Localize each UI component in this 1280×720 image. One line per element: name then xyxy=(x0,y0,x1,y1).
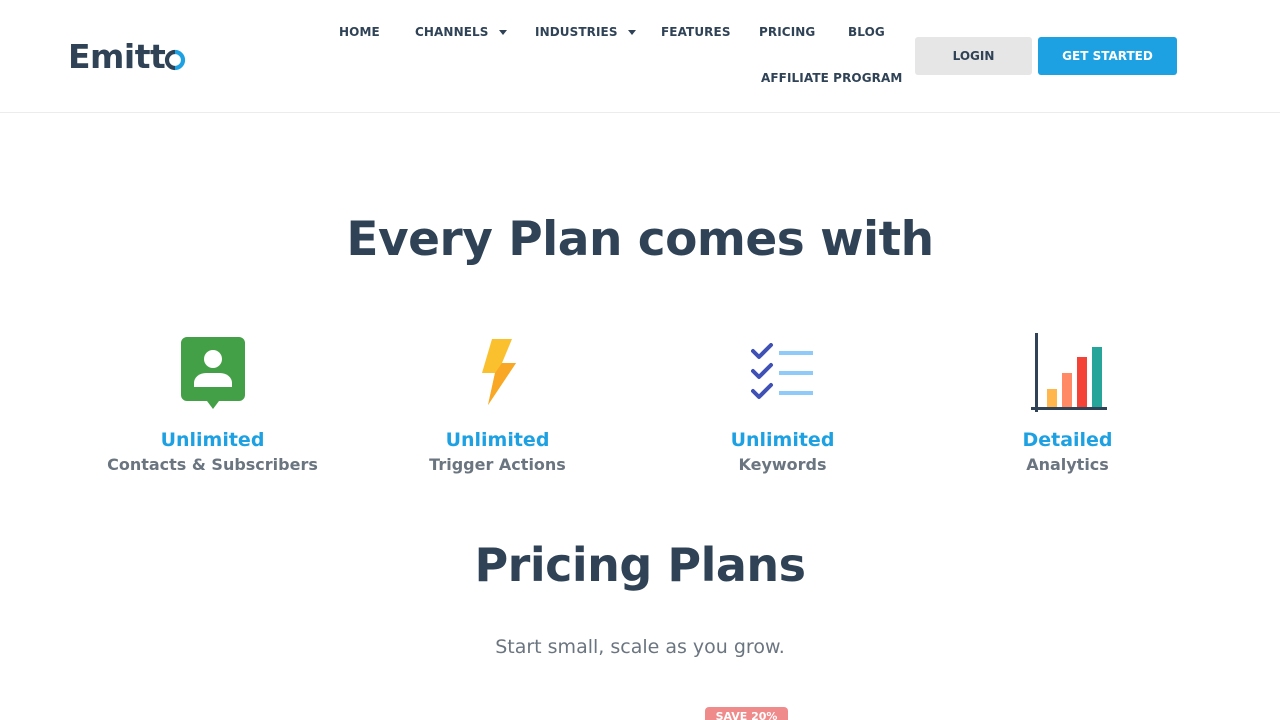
feature-subtitle: Keywords xyxy=(738,455,827,474)
emitto-logo[interactable]: Emitt xyxy=(68,38,186,74)
feature-title: Unlimited xyxy=(730,429,835,451)
get-started-button[interactable]: GET STARTED xyxy=(1038,37,1177,75)
nav-channels-label: CHANNELS xyxy=(415,25,489,39)
nav-pricing[interactable]: PRICING xyxy=(759,22,815,42)
nav-industries[interactable]: INDUSTRIES xyxy=(535,22,636,42)
nav-blog[interactable]: BLOG xyxy=(848,22,885,42)
feature-contacts: Unlimited Contacts & Subscribers xyxy=(70,330,355,476)
feature-subtitle: Trigger Actions xyxy=(429,455,566,474)
nav-pricing-label: PRICING xyxy=(759,25,816,39)
feature-trigger-actions: Unlimited Trigger Actions xyxy=(355,330,640,476)
nav-features[interactable]: FEATURES xyxy=(661,22,731,42)
lightning-bolt-icon xyxy=(481,339,516,405)
checklist-icon xyxy=(750,343,813,399)
feature-title: Detailed xyxy=(1022,429,1113,451)
contact-card-icon xyxy=(180,337,245,409)
feature-subtitle: Contacts & Subscribers xyxy=(107,455,318,474)
nav-affiliate-program[interactable]: AFFILIATE PROGRAM xyxy=(761,68,902,88)
chevron-down-icon xyxy=(498,29,507,35)
nav-blog-label: BLOG xyxy=(848,25,885,39)
feature-title: Unlimited xyxy=(445,429,550,451)
nav-affiliate-label: AFFILIATE PROGRAM xyxy=(761,71,903,85)
feature-title: Unlimited xyxy=(160,429,265,451)
nav-home-label: HOME xyxy=(339,25,380,39)
nav-channels[interactable]: CHANNELS xyxy=(415,22,507,42)
save-badge: SAVE 20% xyxy=(705,707,788,720)
pricing-heading: Pricing Plans xyxy=(474,538,806,592)
login-button[interactable]: LOGIN xyxy=(915,37,1032,75)
nav-industries-label: INDUSTRIES xyxy=(535,25,618,39)
site-header: Emitt HOME CHANNELS INDUSTRIES FEATURES … xyxy=(0,0,1280,113)
logo-o-icon xyxy=(165,49,186,71)
every-plan-heading: Every Plan comes with xyxy=(346,212,934,267)
feature-keywords: Unlimited Keywords xyxy=(640,330,925,476)
nav-features-label: FEATURES xyxy=(661,25,731,39)
chevron-down-icon xyxy=(627,29,636,35)
feature-analytics: Detailed Analytics xyxy=(925,330,1210,476)
logo-wordmark: Emitt xyxy=(68,36,166,76)
feature-subtitle: Analytics xyxy=(1026,455,1109,474)
pricing-subheading: Start small, scale as you grow. xyxy=(495,636,785,658)
bar-chart-icon xyxy=(1030,333,1107,412)
nav-home[interactable]: HOME xyxy=(339,22,380,42)
